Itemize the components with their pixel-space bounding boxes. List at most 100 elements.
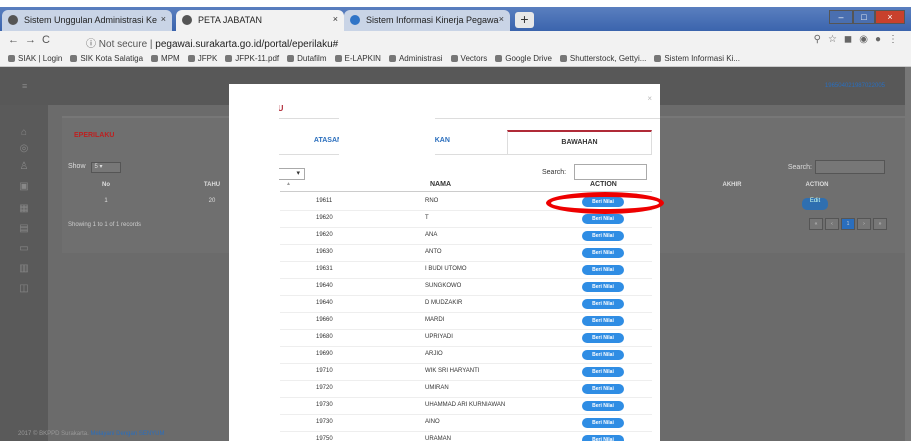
tab-sistem-informasi[interactable]: Sistem Informasi Kinerja Pegawa × xyxy=(344,10,510,31)
table-row: 19690 ARJIO Beri Nilai xyxy=(280,347,652,364)
beri-nilai-button[interactable]: Beri Nilai xyxy=(582,435,624,441)
table-row: 19630 ANTO Beri Nilai xyxy=(280,245,652,262)
col-header-action[interactable]: ACTION xyxy=(590,181,617,188)
show-select[interactable]: 5 ▾ xyxy=(90,162,121,173)
bookmark[interactable]: Dutafilm xyxy=(287,54,326,63)
cell-nip: 19690 xyxy=(316,351,333,357)
cell-nip: 19730 xyxy=(316,419,333,425)
bookmark[interactable]: MPM xyxy=(151,54,180,63)
nav-buttons[interactable]: ←→C xyxy=(8,34,56,46)
site-icon xyxy=(350,15,360,25)
beri-nilai-button[interactable]: Beri Nilai xyxy=(582,214,624,224)
beri-nilai-button[interactable]: Beri Nilai xyxy=(582,248,624,258)
close-tab-icon[interactable]: × xyxy=(333,14,338,24)
security-label: Not secure | xyxy=(98,39,156,50)
url-text: pegawai.surakarta.go.id/portal/eperilaku… xyxy=(155,39,339,50)
col-header-action[interactable]: ACTION xyxy=(797,182,837,196)
cell-nama: UMIRAN xyxy=(425,385,449,391)
user-id[interactable]: 196504021987022005 xyxy=(825,83,885,89)
table-icon[interactable]: ▥ xyxy=(0,263,48,274)
cell-nama: MARDI xyxy=(425,317,445,323)
bookmark[interactable]: JFPK-11.pdf xyxy=(225,54,279,63)
globe-icon[interactable]: ◎ xyxy=(0,143,48,154)
tab-bar: Sistem Unggulan Administrasi Ke × PETA JA… xyxy=(0,7,911,31)
show-label: Show xyxy=(68,163,86,170)
minimize-icon[interactable]: – xyxy=(829,10,853,24)
close-window-icon[interactable]: × xyxy=(875,10,905,24)
obscured-center xyxy=(339,84,435,184)
col-header-akhir[interactable]: AKHIR xyxy=(712,182,752,196)
last-page-icon[interactable]: » xyxy=(873,218,887,230)
url-field[interactable]: ⓘ Not secure | pegawai.surakarta.go.id/p… xyxy=(86,35,338,50)
cell-nip: 19611 xyxy=(316,198,333,204)
tab-label: Sistem Informasi Kinerja Pegawa xyxy=(366,15,499,25)
cell-nip: 19620 xyxy=(316,215,333,221)
cell-nip: 19630 xyxy=(316,249,333,255)
calendar-icon[interactable]: ▦ xyxy=(0,203,48,214)
beri-nilai-button[interactable]: Beri Nilai xyxy=(582,299,624,309)
beri-nilai-button[interactable]: Beri Nilai xyxy=(582,265,624,275)
maximize-icon[interactable]: □ xyxy=(853,10,875,24)
footer-link[interactable]: Melayani Dengan SENYUM xyxy=(90,431,164,437)
beri-nilai-button[interactable]: Beri Nilai xyxy=(582,231,624,241)
edit-button[interactable]: Edit xyxy=(802,198,828,210)
close-tab-icon[interactable]: × xyxy=(499,14,504,24)
bookmark[interactable]: Shutterstock, Gettyi... xyxy=(560,54,646,63)
first-page-icon[interactable]: « xyxy=(809,218,823,230)
cell-tahun: 20 xyxy=(208,198,216,204)
beri-nilai-button[interactable]: Beri Nilai xyxy=(582,316,624,326)
bookmark[interactable]: Administrasi xyxy=(389,54,443,63)
page-scrollbar[interactable] xyxy=(905,67,911,441)
beri-nilai-button[interactable]: Beri Nilai xyxy=(582,367,624,377)
col-header-nama[interactable]: NAMA xyxy=(430,181,451,188)
bookmark[interactable]: Sistem Informasi Ki... xyxy=(654,54,740,63)
tab-sistem-unggulan[interactable]: Sistem Unggulan Administrasi Ke × xyxy=(2,10,172,31)
table-row: 19640 D MUDZAKIR Beri Nilai xyxy=(280,296,652,313)
col-header-tahun[interactable]: TAHU xyxy=(192,182,232,196)
cell-nip: 19660 xyxy=(316,317,333,323)
cell-nama: UPRIYADI xyxy=(425,334,453,340)
tab-label: PETA JABATAN xyxy=(198,15,263,25)
bookmark[interactable]: Vectors xyxy=(451,54,488,63)
panel-title: EPERILAKU xyxy=(74,132,115,139)
bookmark[interactable]: SIK Kota Salatiga xyxy=(70,54,143,63)
new-tab-button[interactable]: + xyxy=(515,12,534,28)
page-number[interactable]: 1 xyxy=(841,218,855,230)
bookmark[interactable]: E-LAPKIN xyxy=(335,54,381,63)
home-icon[interactable]: ⌂ xyxy=(0,127,48,138)
cell-nip: 19620 xyxy=(316,232,333,238)
grid-icon[interactable]: ▤ xyxy=(0,223,48,234)
menu-icon[interactable]: ≡ xyxy=(22,81,27,91)
beri-nilai-button[interactable]: Beri Nilai xyxy=(582,333,624,343)
next-page-icon[interactable]: › xyxy=(857,218,871,230)
panel-search-input[interactable] xyxy=(815,160,885,174)
bookmark[interactable]: JFPK xyxy=(188,54,218,63)
tab-bawahan[interactable]: BAWAHAN xyxy=(507,130,652,154)
sidebar: ⌂ ◎ ♙ ▣ ▦ ▤ ▭ ▥ ◫ xyxy=(0,105,48,441)
sort-icon[interactable]: ▲ xyxy=(286,181,291,187)
bookmark[interactable]: Google Drive xyxy=(495,54,552,63)
beri-nilai-button[interactable]: Beri Nilai xyxy=(582,282,624,292)
close-icon[interactable]: × xyxy=(647,94,652,103)
close-tab-icon[interactable]: × xyxy=(161,14,166,24)
toolbar-icons[interactable]: ⚲☆◼◉●⋮ xyxy=(814,34,905,45)
cell-nip: 19640 xyxy=(316,283,333,289)
obscured-left xyxy=(229,84,279,441)
beri-nilai-button[interactable]: Beri Nilai xyxy=(582,401,624,411)
beri-nilai-button[interactable]: Beri Nilai xyxy=(582,350,624,360)
bookmark[interactable]: SIAK | Login xyxy=(8,54,62,63)
inbox-icon[interactable]: ▭ xyxy=(0,243,48,254)
book-icon[interactable]: ◫ xyxy=(0,283,48,294)
modal-search-label: Search: xyxy=(542,169,567,176)
show-entries: Show 5 ▾ xyxy=(68,162,121,173)
cell-nama: RNO xyxy=(425,198,439,204)
cell-nama: ANA xyxy=(425,232,438,238)
user-icon[interactable]: ♙ xyxy=(0,161,48,172)
col-header-no[interactable]: No xyxy=(86,182,126,196)
beri-nilai-button[interactable]: Beri Nilai xyxy=(582,384,624,394)
tab-peta-jabatan[interactable]: PETA JABATAN × xyxy=(176,10,344,31)
prev-page-icon[interactable]: ‹ xyxy=(825,218,839,230)
beri-nilai-button[interactable]: Beri Nilai xyxy=(582,418,624,428)
briefcase-icon[interactable]: ▣ xyxy=(0,181,48,192)
cell-nama: UHAMMAD ARI KURNIAWAN xyxy=(425,402,506,408)
